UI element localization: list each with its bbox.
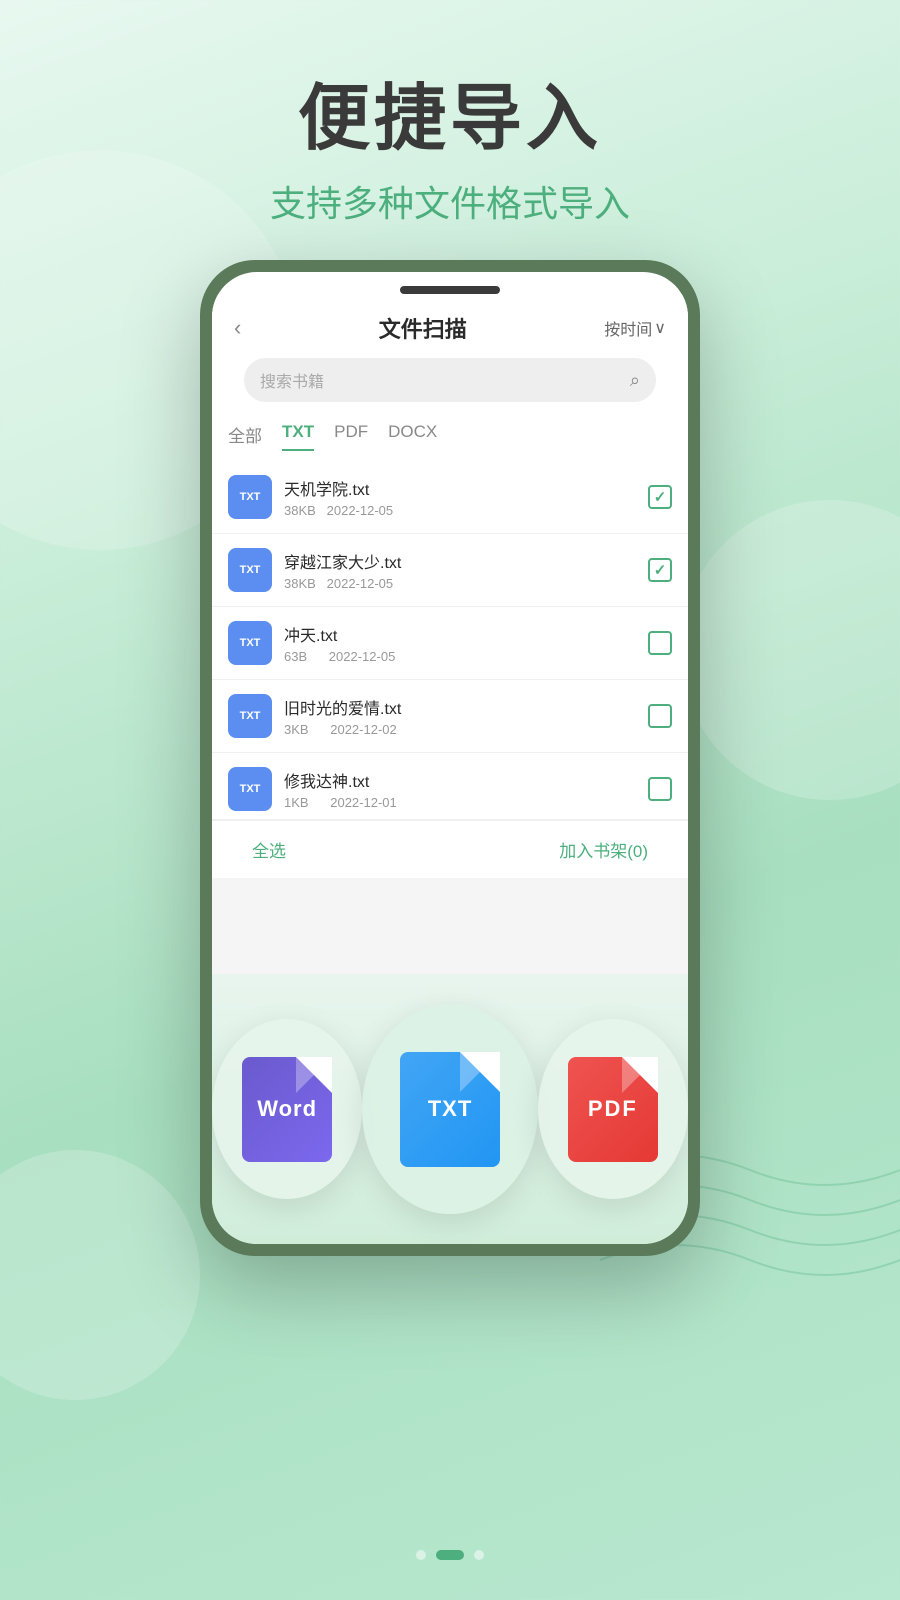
list-item[interactable]: TXT 天机学院.txt 38KB 2022-12-05 — [212, 461, 688, 534]
bg-decoration-3 — [0, 1150, 200, 1400]
file-list: TXT 天机学院.txt 38KB 2022-12-05 TXT 穿越江家大少.… — [212, 461, 688, 820]
phone-outer-frame: ‹ 文件扫描 按时间 ∨ 搜索书籍 ⌕ 全部 — [200, 260, 700, 1256]
file-meta: 38KB 2022-12-05 — [284, 576, 636, 591]
file-checkbox[interactable] — [648, 558, 672, 582]
nav-bar: ‹ 文件扫描 按时间 ∨ — [212, 294, 688, 358]
tab-all[interactable]: 全部 — [228, 422, 262, 451]
file-checkbox[interactable] — [648, 485, 672, 509]
file-info: 修我达神.txt 1KB 2022-12-01 — [284, 768, 636, 810]
file-name: 天机学院.txt — [284, 476, 636, 500]
page-dots — [416, 1550, 484, 1560]
txt-label: TXT — [428, 1096, 473, 1122]
file-type-icon: TXT — [228, 475, 272, 519]
word-doc-icon: Word — [242, 1057, 332, 1162]
search-icon: ⌕ — [630, 370, 640, 391]
file-meta: 63B 2022-12-05 — [284, 649, 636, 664]
pdf-label: PDF — [588, 1096, 638, 1122]
tab-docx[interactable]: DOCX — [388, 422, 437, 451]
sort-button[interactable]: 按时间 ∨ — [604, 316, 666, 340]
file-checkbox[interactable] — [648, 704, 672, 728]
tab-txt[interactable]: TXT — [282, 422, 314, 451]
txt-icon: TXT — [400, 1052, 500, 1167]
main-title: 便捷导入 — [0, 80, 900, 159]
txt-format-bubble[interactable]: TXT — [362, 1004, 537, 1214]
pdf-doc-icon: PDF — [568, 1057, 658, 1162]
list-item[interactable]: TXT 穿越江家大少.txt 38KB 2022-12-05 — [212, 534, 688, 607]
file-info: 天机学院.txt 38KB 2022-12-05 — [284, 476, 636, 518]
add-to-shelf-button[interactable]: 加入书架(0) — [559, 837, 648, 862]
file-info: 旧时光的爱情.txt 3KB 2022-12-02 — [284, 695, 636, 737]
file-type-icon: TXT — [228, 767, 272, 811]
file-type-icon: TXT — [228, 621, 272, 665]
sub-title: 支持多种文件格式导入 — [0, 175, 900, 227]
header-section: 便捷导入 支持多种文件格式导入 — [0, 0, 900, 227]
bottom-bar: 全选 加入书架(0) — [212, 820, 688, 878]
file-type-icon: TXT — [228, 694, 272, 738]
file-checkbox[interactable] — [648, 631, 672, 655]
phone-screen: ‹ 文件扫描 按时间 ∨ 搜索书籍 ⌕ 全部 — [212, 272, 688, 1244]
search-placeholder: 搜索书籍 — [260, 368, 630, 392]
file-meta: 38KB 2022-12-05 — [284, 503, 636, 518]
filter-tabs: 全部 TXT PDF DOCX — [212, 422, 688, 461]
page-dot-1[interactable] — [416, 1550, 426, 1560]
file-name: 旧时光的爱情.txt — [284, 695, 636, 719]
file-info: 穿越江家大少.txt 38KB 2022-12-05 — [284, 549, 636, 591]
file-type-icon: TXT — [228, 548, 272, 592]
app-content: ‹ 文件扫描 按时间 ∨ 搜索书籍 ⌕ 全部 — [212, 294, 688, 974]
list-item[interactable]: TXT 旧时光的爱情.txt 3KB 2022-12-02 — [212, 680, 688, 753]
nav-title: 文件扫描 — [379, 312, 467, 344]
sort-label: 按时间 — [604, 316, 652, 340]
sort-chevron-icon: ∨ — [654, 318, 666, 338]
list-item[interactable]: TXT 冲天.txt 63B 2022-12-05 — [212, 607, 688, 680]
file-name: 修我达神.txt — [284, 768, 636, 792]
search-bar[interactable]: 搜索书籍 ⌕ — [244, 358, 656, 402]
format-bubbles-section: Word TXT PDF — [212, 974, 688, 1244]
back-button[interactable]: ‹ — [234, 315, 241, 341]
word-label: Word — [257, 1096, 317, 1122]
file-name: 穿越江家大少.txt — [284, 549, 636, 573]
file-meta: 3KB 2022-12-02 — [284, 722, 636, 737]
bg-decoration-2 — [680, 500, 900, 800]
pdf-icon: PDF — [568, 1057, 658, 1162]
list-item[interactable]: TXT 修我达神.txt 1KB 2022-12-01 — [212, 753, 688, 820]
word-format-bubble[interactable]: Word — [212, 1019, 362, 1199]
page-dot-2[interactable] — [436, 1550, 464, 1560]
txt-doc-icon: TXT — [400, 1052, 500, 1167]
file-info: 冲天.txt 63B 2022-12-05 — [284, 622, 636, 664]
pdf-format-bubble[interactable]: PDF — [538, 1019, 688, 1199]
phone-mockup: ‹ 文件扫描 按时间 ∨ 搜索书籍 ⌕ 全部 — [200, 260, 700, 1256]
tab-pdf[interactable]: PDF — [334, 422, 368, 451]
select-all-button[interactable]: 全选 — [252, 837, 286, 862]
file-checkbox[interactable] — [648, 777, 672, 801]
file-meta: 1KB 2022-12-01 — [284, 795, 636, 810]
word-icon: Word — [242, 1057, 332, 1162]
phone-notch — [400, 286, 500, 294]
page-dot-3[interactable] — [474, 1550, 484, 1560]
file-name: 冲天.txt — [284, 622, 636, 646]
